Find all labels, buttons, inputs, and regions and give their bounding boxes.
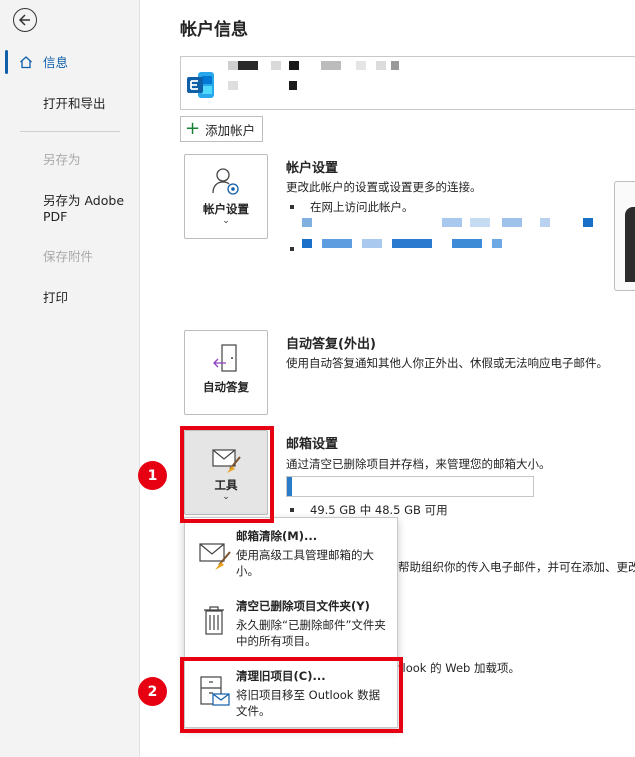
- account-settings-tile[interactable]: 帐户设置 ⌄: [184, 154, 268, 239]
- sidebar-item-save-attachments[interactable]: 保存附件: [0, 249, 140, 265]
- chevron-down-icon: ⌄: [222, 216, 230, 226]
- trash-icon: [204, 606, 224, 635]
- menu-item-desc: 使用高级工具管理邮箱的大小。: [236, 548, 374, 578]
- menu-item-empty-deleted[interactable]: 清空已删除项目文件夹(Y) 永久删除“已删除邮件”文件夹中的所有项目。: [185, 590, 397, 658]
- mailbox-settings-desc: 通过清空已删除项目并存档，来管理您的邮箱大小。: [286, 457, 551, 471]
- account-settings-tile-label: 帐户设置: [203, 202, 249, 216]
- add-account-label: 添加帐户: [205, 122, 256, 138]
- sidebar-item-label: 另存为 Adobe: [43, 193, 125, 208]
- mailbox-usage-bar: [286, 476, 534, 497]
- auto-reply-tile[interactable]: 自动答复: [184, 330, 268, 415]
- bullet: [290, 247, 294, 251]
- sidebar-item-save-as-adobe-pdf[interactable]: 另存为 Adobe PDF: [0, 193, 140, 225]
- highlight-box-tools: [180, 426, 274, 523]
- menu-item-desc: 永久删除“已删除邮件”文件夹中的所有项目。: [236, 618, 386, 648]
- step-badge-2: 2: [138, 677, 167, 706]
- add-account-button[interactable]: + 添加帐户: [180, 116, 264, 142]
- menu-item-mailbox-cleanup[interactable]: 邮箱清除(M)... 使用高级工具管理邮箱的大小。: [185, 518, 397, 588]
- bullet: [290, 205, 294, 209]
- addins-desc-partial: tlook 的 Web 加载项。: [398, 661, 520, 675]
- exchange-logo-icon: [187, 72, 214, 98]
- mailbox-usage-fill: [287, 477, 292, 496]
- account-settings-desc: 更改此帐户的设置或设置更多的连接。: [286, 180, 482, 194]
- highlight-box-cleanup-old: [180, 657, 403, 733]
- sidebar-divider: [20, 131, 120, 132]
- web-access-text: 在网上访问此帐户。: [310, 200, 414, 214]
- sidebar-item-save-as[interactable]: 另存为: [0, 152, 140, 168]
- auto-reply-desc: 使用自动答复通知其他人你正外出、休假或无法响应电子邮件。: [286, 356, 608, 370]
- account-settings-icon: [212, 168, 239, 195]
- menu-item-title: 清空已删除项目文件夹(Y): [236, 599, 370, 613]
- mailbox-settings-title: 邮箱设置: [286, 437, 339, 452]
- back-arrow-icon: [18, 14, 30, 26]
- sidebar-item-label: PDF: [43, 209, 68, 224]
- menu-item-title: 邮箱清除(M)...: [236, 529, 318, 543]
- profile-thumbnail: [614, 181, 635, 291]
- mail-broom-icon: [199, 543, 231, 570]
- account-selector[interactable]: [180, 56, 635, 110]
- step-badge-1: 1: [138, 461, 167, 490]
- sidebar-item-open-export[interactable]: 打开和导出: [0, 96, 140, 112]
- mailbox-usage-text: 49.5 GB 中 48.5 GB 可用: [310, 503, 448, 517]
- page-title: 帐户信息: [180, 20, 248, 40]
- plus-icon: +: [185, 118, 201, 139]
- back-button[interactable]: [13, 8, 37, 32]
- backstage-sidebar: 信息 打开和导出 另存为 另存为 Adobe PDF 保存附件 打印: [0, 0, 140, 757]
- sidebar-item-info[interactable]: 信息: [0, 55, 140, 71]
- auto-reply-icon: [213, 344, 237, 372]
- account-settings-title: 帐户设置: [286, 161, 339, 176]
- sidebar-item-print[interactable]: 打印: [0, 290, 140, 306]
- rules-desc-partial: 帮助组织你的传入电子邮件，并可在添加、更改: [398, 560, 635, 574]
- bullet: [290, 508, 294, 512]
- auto-reply-title: 自动答复(外出): [286, 337, 376, 352]
- auto-reply-tile-label: 自动答复: [203, 380, 249, 394]
